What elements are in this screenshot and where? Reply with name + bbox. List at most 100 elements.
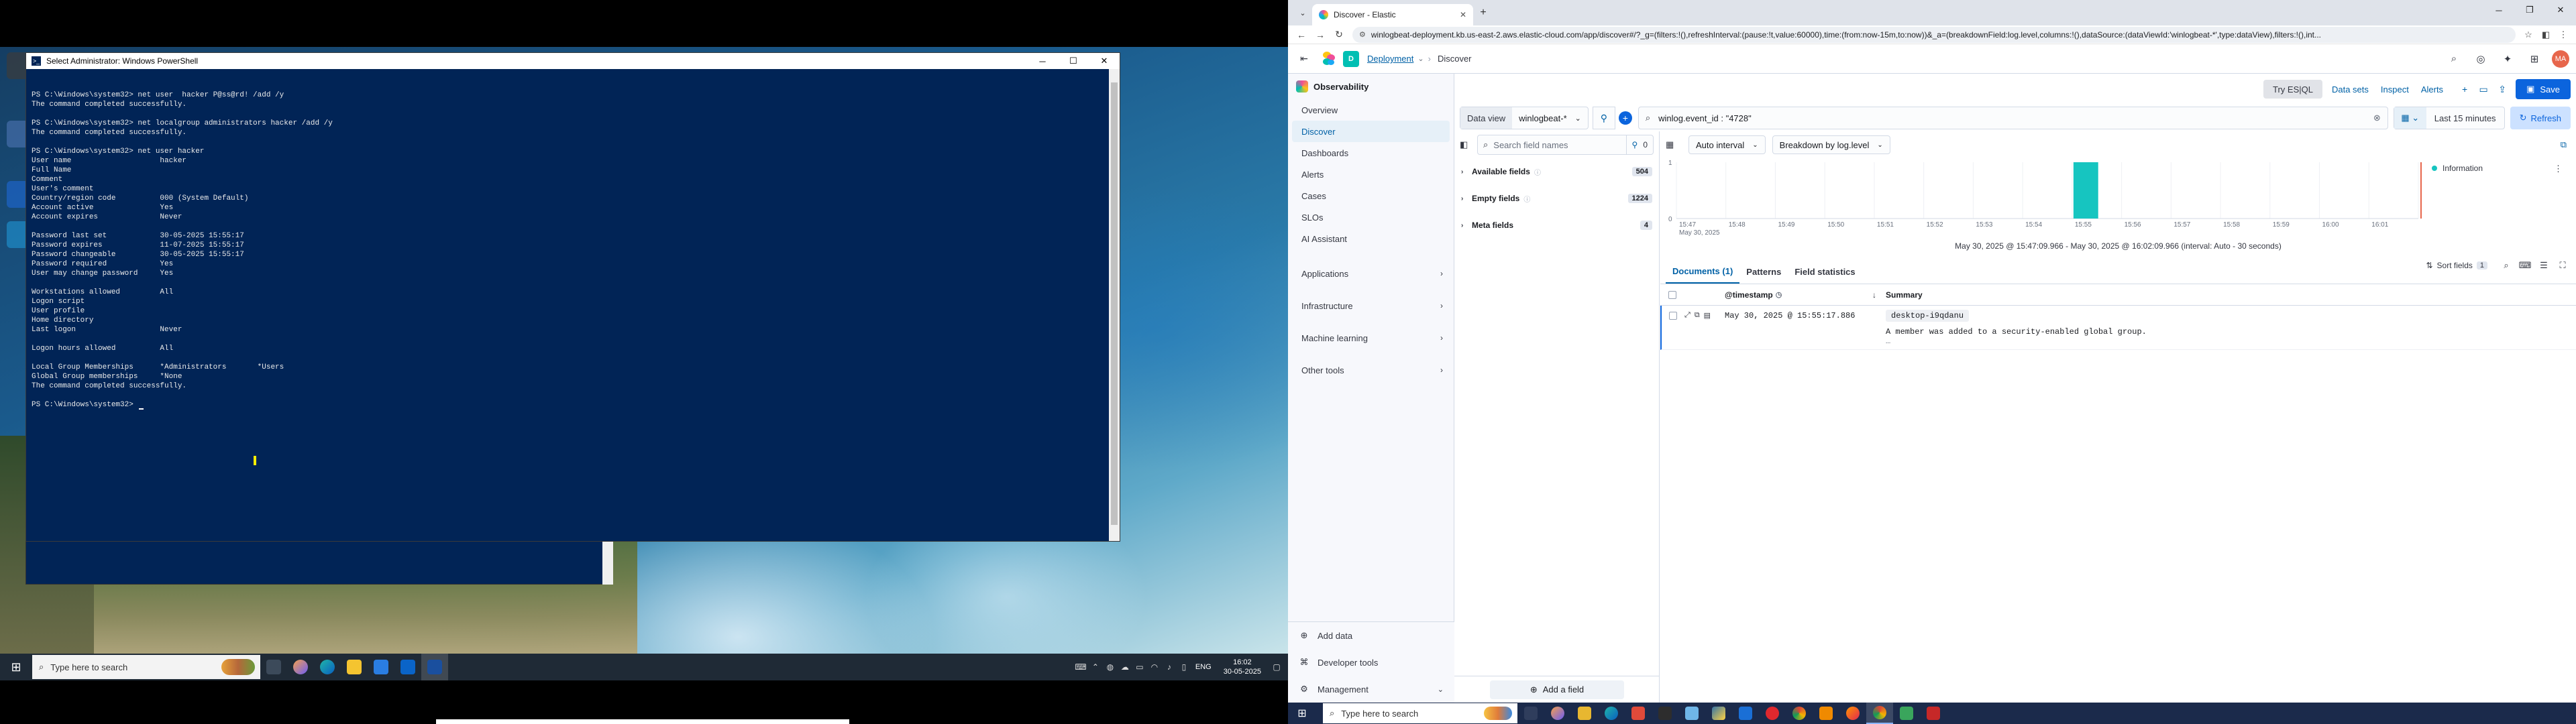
scrollbar[interactable] — [1109, 69, 1120, 541]
fullscreen-icon[interactable]: ⛶ — [2553, 260, 2572, 271]
site-info-icon[interactable]: ⚙ — [1359, 30, 1366, 39]
app-icon[interactable] — [1893, 703, 1920, 724]
interval-select[interactable]: Auto interval ⌄ — [1688, 135, 1766, 154]
elastic-logo-icon[interactable] — [1322, 51, 1336, 66]
field-group-meta[interactable]: › Meta fields 4 — [1454, 212, 1659, 239]
close-icon[interactable]: ✕ — [1460, 10, 1466, 19]
close-button[interactable]: ✕ — [2545, 0, 2576, 20]
terminal-icon[interactable] — [1652, 703, 1678, 724]
field-search-input[interactable]: ⌕ Search field names ⚲ 0 — [1477, 135, 1654, 155]
console-output[interactable]: PS C:\Windows\system32> net user hacker … — [32, 72, 1109, 541]
powershell-taskbar-icon[interactable] — [421, 654, 448, 680]
notification-icon[interactable]: ▢ — [1269, 662, 1284, 672]
file-explorer-icon[interactable] — [341, 654, 368, 680]
panel-collapse-icon[interactable]: ◧ — [1460, 139, 1473, 150]
search-icon[interactable]: ⌕ — [2497, 260, 2516, 271]
cell-timestamp[interactable]: May 30, 2025 @ 15:55:17.886 — [1725, 310, 1872, 320]
firefox-icon[interactable] — [1839, 703, 1866, 724]
chrome-active-icon[interactable] — [1866, 703, 1893, 724]
field-group-empty[interactable]: › Empty fields ⓘ 1224 — [1454, 185, 1659, 212]
taskbar-search[interactable]: ⌕ Type here to search — [32, 655, 260, 679]
data-sets-link[interactable]: Data sets — [2332, 84, 2369, 95]
opera-icon[interactable] — [1759, 703, 1786, 724]
restore-button[interactable]: ❐ — [2514, 0, 2545, 20]
nav-item-dashboards[interactable]: Dashboards — [1292, 142, 1450, 164]
breakdown-select[interactable]: Breakdown by log.level ⌄ — [1772, 135, 1890, 154]
host-chip[interactable]: desktop-i9qdanu — [1886, 310, 1970, 322]
nav-item-overview[interactable]: Overview — [1292, 99, 1450, 121]
deployment-badge-icon[interactable]: D — [1343, 50, 1359, 67]
edge-icon[interactable] — [1598, 703, 1625, 724]
field-group-available[interactable]: › Available fields ⓘ 504 — [1454, 158, 1659, 185]
nav-group-machine-learning[interactable]: Machine learning › — [1292, 322, 1450, 354]
checkbox[interactable] — [1668, 290, 1676, 299]
edge-icon[interactable] — [314, 654, 341, 680]
select-all-checkbox[interactable] — [1660, 290, 1684, 299]
reload-button[interactable]: ↻ — [1330, 26, 1348, 44]
tab-search-icon[interactable]: ⌄ — [1293, 3, 1312, 23]
avatar[interactable]: MA — [2552, 50, 2569, 68]
app-icon[interactable] — [1625, 703, 1652, 724]
open-folder-icon[interactable]: ▭ — [2474, 84, 2493, 95]
checkbox[interactable] — [1669, 312, 1677, 320]
nav-item-slos[interactable]: SLOs — [1292, 206, 1450, 228]
bookmark-star-icon[interactable]: ☆ — [2520, 29, 2537, 40]
start-button[interactable]: ⊞ — [1288, 703, 1316, 724]
table-row[interactable]: ⤢ ⧉ ▤ May 30, 2025 @ 15:55:17.886 deskto… — [1660, 306, 2576, 350]
extensions-icon[interactable]: ◧ — [2537, 29, 2555, 40]
chrome-icon[interactable] — [1786, 703, 1813, 724]
refresh-button[interactable]: ↻ Refresh — [2510, 107, 2571, 129]
nav-item-ai-assistant[interactable]: AI Assistant — [1292, 228, 1450, 249]
nav-item-cases[interactable]: Cases — [1292, 185, 1450, 206]
help-icon[interactable]: ◎ — [2467, 53, 2494, 65]
more-icon[interactable]: ▤ — [1704, 311, 1711, 320]
kql-query-input[interactable]: ⌕ winlog.event_id : "4728" ⊗ — [1638, 107, 2388, 129]
volume-icon[interactable]: ♪ — [1162, 662, 1177, 672]
time-picker[interactable]: ▦ ⌄ Last 15 minutes — [2393, 107, 2505, 129]
alerts-link[interactable]: Alerts — [2421, 84, 2443, 95]
column-header-summary[interactable]: Summary — [1886, 290, 2576, 300]
python-icon[interactable] — [1705, 703, 1732, 724]
nav-group-other-tools[interactable]: Other tools › — [1292, 354, 1450, 386]
add-field-button[interactable]: ⊕ Add a field — [1490, 680, 1624, 699]
calendar-icon[interactable]: ▦ — [1666, 139, 1682, 150]
vpn-icon[interactable] — [1732, 703, 1759, 724]
nav-item-alerts[interactable]: Alerts — [1292, 164, 1450, 185]
add-filter-button[interactable]: + — [1615, 107, 1635, 129]
task-view-icon[interactable] — [260, 654, 287, 680]
visualize-icon[interactable]: ⧉ — [2561, 139, 2567, 150]
keyboard-icon[interactable]: ⌨ — [2516, 260, 2534, 271]
clear-icon[interactable]: ⊗ — [2373, 113, 2381, 123]
breadcrumb-deployment[interactable]: Deployment — [1367, 54, 1413, 64]
cloud-icon[interactable]: ☁ — [1118, 662, 1132, 672]
nav-group-applications[interactable]: Applications › — [1292, 257, 1450, 290]
nav-management[interactable]: ⚙ Management ⌄ — [1288, 676, 1454, 703]
taskbar-search[interactable]: ⌕ Type here to search — [1323, 703, 1517, 723]
column-header-timestamp[interactable]: @timestamp ◷ — [1725, 290, 1872, 300]
row-checkbox[interactable] — [1662, 310, 1684, 320]
filter-menu-icon[interactable]: ⚲ — [1592, 107, 1615, 129]
try-esql-button[interactable]: Try ES|QL — [2263, 80, 2322, 99]
share-icon[interactable]: ⇪ — [2493, 84, 2512, 95]
outlook-icon[interactable] — [394, 654, 421, 680]
back-button[interactable]: ← — [1292, 26, 1311, 44]
save-button[interactable]: ▣ Save — [2516, 79, 2571, 99]
chart-legend[interactable]: Information — [2432, 164, 2483, 173]
close-button[interactable]: ✕ — [1089, 53, 1120, 69]
powershell-window[interactable]: >_ Select Administrator: Windows PowerSh… — [25, 52, 1120, 542]
nav-add-data[interactable]: ⊕ Add data — [1288, 622, 1454, 649]
copilot-icon[interactable] — [1544, 703, 1571, 724]
copilot-icon[interactable] — [287, 654, 314, 680]
nav-developer-tools[interactable]: ⌘ Developer tools — [1288, 649, 1454, 676]
chevron-down-icon[interactable]: ⌄ — [1417, 54, 1424, 63]
browser-tab[interactable]: Discover - Elastic ✕ — [1312, 4, 1473, 25]
battery-icon[interactable]: ▯ — [1177, 662, 1191, 672]
inspect-link[interactable]: Inspect — [2381, 84, 2409, 95]
tab-patterns[interactable]: Patterns — [1739, 259, 1788, 284]
minimize-button[interactable]: ─ — [1027, 53, 1058, 69]
calendar-icon[interactable]: ▦ ⌄ — [2394, 107, 2426, 129]
vlc-icon[interactable] — [1813, 703, 1839, 724]
search-icon[interactable]: ⌕ — [2440, 53, 2467, 64]
store-icon[interactable] — [368, 654, 394, 680]
notepad-icon[interactable] — [1678, 703, 1705, 724]
